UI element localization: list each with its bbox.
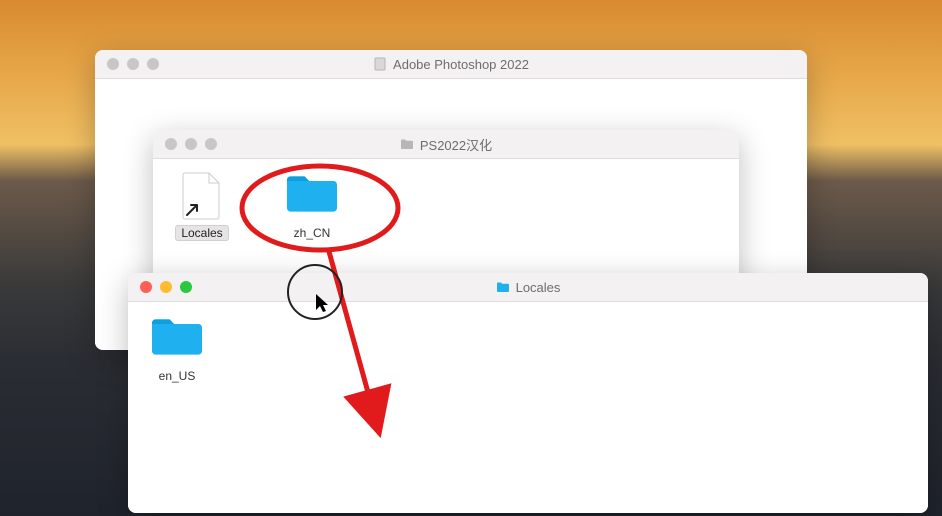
file-label: Locales (175, 225, 228, 241)
app-icon (373, 57, 387, 71)
file-item-locales-alias[interactable]: Locales (163, 171, 241, 241)
minimize-button[interactable] (185, 138, 197, 150)
alias-file-icon (174, 171, 230, 219)
folder-label: en_US (153, 368, 202, 384)
close-button[interactable] (107, 58, 119, 70)
maximize-button[interactable] (180, 281, 192, 293)
desktop-background: Adobe Photoshop 2022 PS2022汉化 (0, 0, 942, 516)
window-title-text: Adobe Photoshop 2022 (393, 57, 529, 72)
window-locales[interactable]: Locales en_US (128, 273, 928, 513)
folder-icon (400, 138, 414, 150)
close-button[interactable] (140, 281, 152, 293)
folder-icon (284, 171, 340, 219)
window-title: Adobe Photoshop 2022 (95, 50, 807, 78)
maximize-button[interactable] (205, 138, 217, 150)
titlebar[interactable]: Adobe Photoshop 2022 (95, 50, 807, 79)
titlebar[interactable]: Locales (128, 273, 928, 302)
window-content[interactable]: en_US (128, 302, 928, 513)
window-title-text: Locales (516, 280, 561, 295)
traffic-lights (140, 281, 192, 293)
traffic-lights (165, 138, 217, 150)
close-button[interactable] (165, 138, 177, 150)
window-title-text: PS2022汉化 (420, 135, 492, 154)
folder-item-zh-cn[interactable]: zh_CN (273, 171, 351, 241)
traffic-lights (107, 58, 159, 70)
window-title: Locales (128, 273, 928, 301)
folder-label: zh_CN (288, 225, 337, 241)
minimize-button[interactable] (160, 281, 172, 293)
folder-item-en-us[interactable]: en_US (138, 314, 216, 384)
window-title: PS2022汉化 (153, 130, 739, 158)
folder-icon (496, 281, 510, 293)
titlebar[interactable]: PS2022汉化 (153, 130, 739, 159)
icon-grid: Locales zh_CN (153, 159, 739, 253)
minimize-button[interactable] (127, 58, 139, 70)
maximize-button[interactable] (147, 58, 159, 70)
icon-grid: en_US (128, 302, 928, 396)
folder-icon (149, 314, 205, 362)
